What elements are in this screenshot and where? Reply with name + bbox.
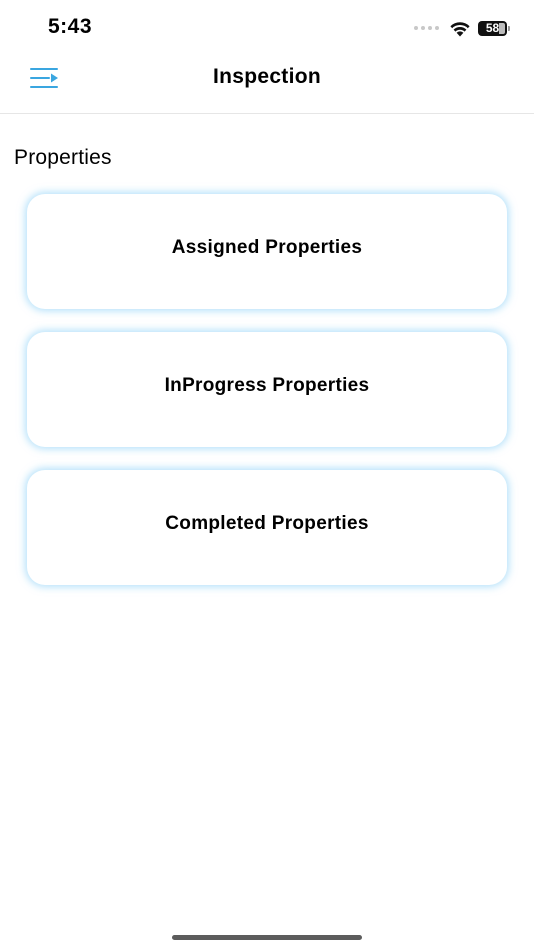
card-label: Completed Properties: [165, 512, 369, 534]
assigned-properties-card[interactable]: Assigned Properties: [27, 194, 507, 309]
home-indicator[interactable]: [172, 935, 362, 940]
status-time: 5:43: [48, 15, 93, 38]
nav-bar: Inspection: [0, 56, 534, 114]
battery-icon: 58: [478, 20, 507, 36]
completed-properties-card[interactable]: Completed Properties: [27, 470, 507, 585]
wifi-icon: [450, 21, 470, 36]
section-title: Properties: [14, 146, 112, 169]
screen: 5:43 58 Inspection Properties Assigned P…: [0, 0, 534, 950]
inprogress-properties-card[interactable]: InProgress Properties: [27, 332, 507, 447]
card-label: Assigned Properties: [171, 236, 363, 258]
battery-level: 58: [485, 21, 500, 35]
status-indicators: 58: [414, 18, 510, 38]
cellular-signal-icon: [414, 26, 439, 30]
page-title: Inspection: [212, 65, 321, 88]
card-label: InProgress Properties: [164, 374, 370, 396]
status-bar: 5:43 58: [0, 0, 534, 56]
battery-nub: [508, 25, 510, 31]
